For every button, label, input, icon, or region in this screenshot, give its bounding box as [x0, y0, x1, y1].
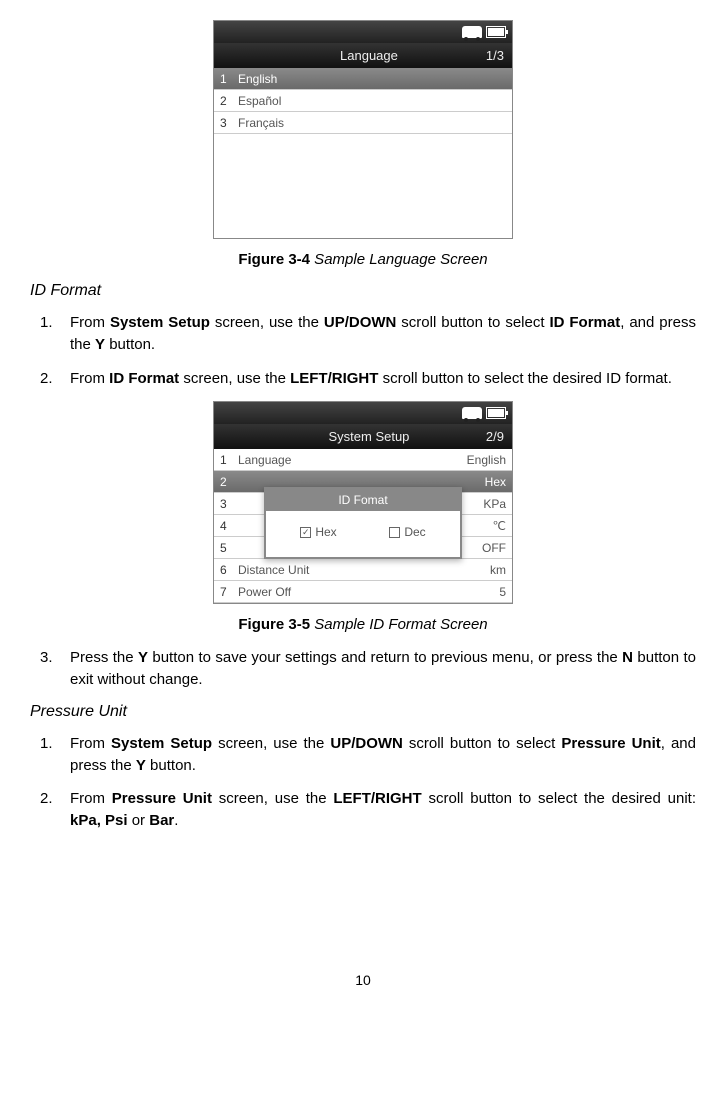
- screen-header: Language 1/3: [214, 43, 512, 68]
- step-item: Press the Y button to save your settings…: [30, 647, 696, 691]
- figure-title: Sample Language Screen: [310, 251, 488, 268]
- list-item: 7 Power Off 5: [214, 581, 512, 603]
- id-format-popup: ID Fomat ✓ Hex Dec: [264, 487, 462, 559]
- language-screen-figure: Language 1/3 1 English 2 Español 3 Franç…: [213, 20, 513, 239]
- list-item: 1 Language English: [214, 449, 512, 471]
- figure-caption: Figure 3-4 Sample Language Screen: [30, 251, 696, 268]
- step-item: From System Setup screen, use the UP/DOW…: [30, 733, 696, 777]
- pressure-unit-steps: From System Setup screen, use the UP/DOW…: [30, 733, 696, 832]
- page-indicator: 1/3: [486, 48, 504, 63]
- device-status-bar: [214, 402, 512, 424]
- figure-caption: Figure 3-5 Sample ID Format Screen: [30, 616, 696, 633]
- page-indicator: 2/9: [486, 429, 504, 444]
- id-format-save-step: Press the Y button to save your settings…: [30, 647, 696, 691]
- id-format-steps: From System Setup screen, use the UP/DOW…: [30, 312, 696, 389]
- checkbox-icon: [389, 527, 400, 538]
- car-icon: [462, 407, 482, 419]
- screen-header: System Setup 2/9: [214, 424, 512, 449]
- page-number: 10: [30, 972, 696, 988]
- figure-title: Sample ID Format Screen: [310, 616, 488, 633]
- list-item: 6 Distance Unit km: [214, 559, 512, 581]
- step-item: From System Setup screen, use the UP/DOW…: [30, 312, 696, 356]
- list-item: 3 Français: [214, 112, 512, 134]
- popup-title: ID Fomat: [266, 489, 460, 511]
- step-item: From ID Format screen, use the LEFT/RIGH…: [30, 368, 696, 390]
- screen-title: Language: [340, 48, 398, 63]
- system-setup-screen-figure: System Setup 2/9 1 Language English 2 He…: [213, 401, 513, 604]
- screen-body: 1 Language English 2 Hex 3 KPa 4 ℃ 5 OFF…: [214, 449, 512, 603]
- battery-icon: [486, 26, 506, 38]
- step-item: From Pressure Unit screen, use the LEFT/…: [30, 788, 696, 832]
- device-status-bar: [214, 21, 512, 43]
- checkbox-icon: ✓: [300, 527, 311, 538]
- screen-title: System Setup: [328, 429, 409, 444]
- list-item: 2 Español: [214, 90, 512, 112]
- figure-label: Figure 3-5: [238, 616, 310, 633]
- option-dec: Dec: [389, 525, 425, 539]
- popup-body: ✓ Hex Dec: [266, 511, 460, 557]
- section-heading-id-format: ID Format: [30, 282, 696, 300]
- screen-body: 1 English 2 Español 3 Français: [214, 68, 512, 238]
- figure-label: Figure 3-4: [238, 251, 310, 268]
- battery-icon: [486, 407, 506, 419]
- section-heading-pressure-unit: Pressure Unit: [30, 703, 696, 721]
- list-item: 1 English: [214, 68, 512, 90]
- option-hex: ✓ Hex: [300, 525, 336, 539]
- car-icon: [462, 26, 482, 38]
